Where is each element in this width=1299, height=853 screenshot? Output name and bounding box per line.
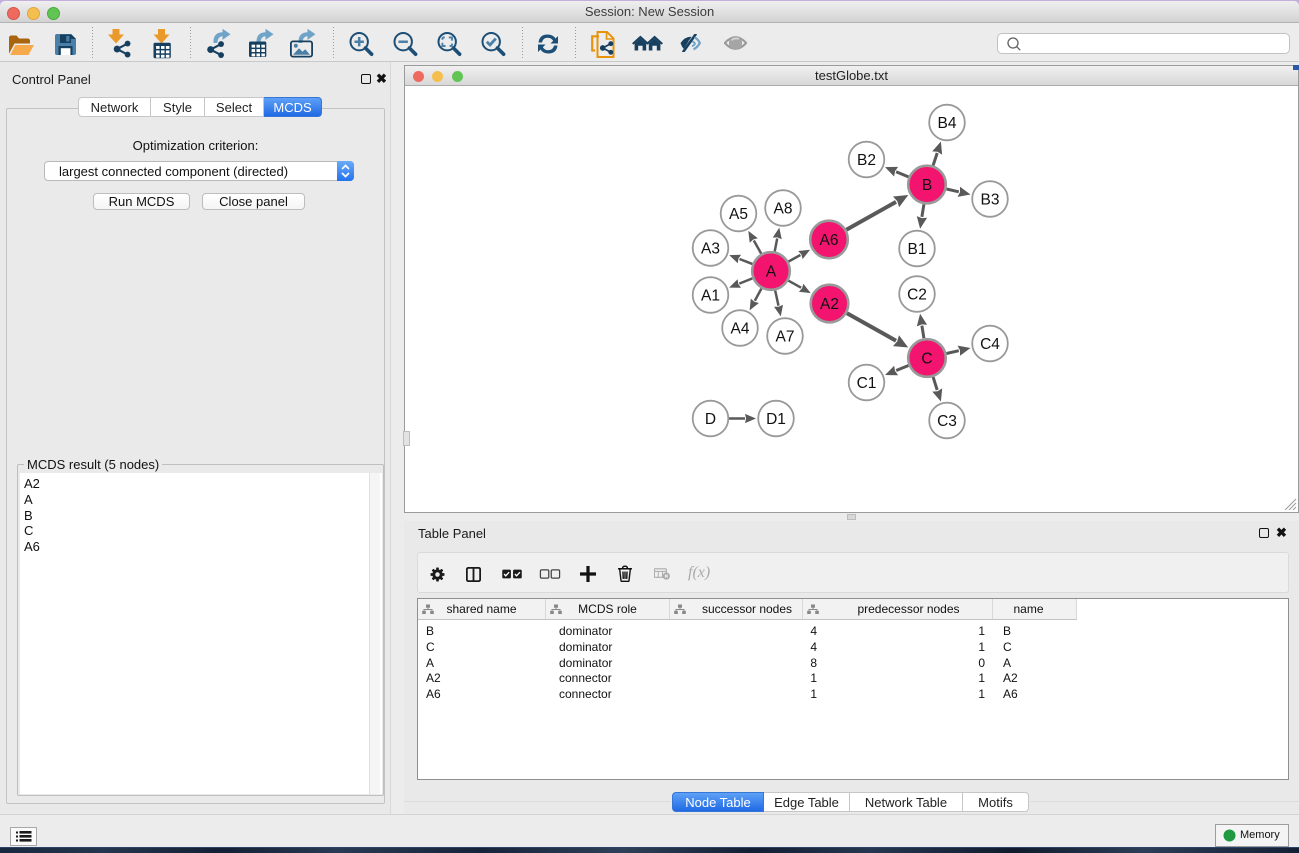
svg-text:B: B	[922, 177, 932, 194]
svg-text:C4: C4	[980, 336, 1000, 353]
svg-text:A7: A7	[776, 329, 795, 346]
svg-text:B2: B2	[857, 152, 876, 169]
svg-text:C3: C3	[937, 413, 957, 430]
svg-text:B4: B4	[938, 115, 957, 132]
svg-text:A4: A4	[731, 321, 750, 338]
svg-text:A: A	[766, 264, 777, 281]
svg-text:D1: D1	[766, 411, 786, 428]
svg-text:A1: A1	[701, 288, 720, 305]
svg-text:A2: A2	[820, 296, 839, 313]
svg-text:B1: B1	[908, 241, 927, 258]
svg-text:D: D	[705, 411, 716, 428]
svg-text:A6: A6	[820, 232, 839, 249]
svg-text:A5: A5	[729, 206, 748, 223]
svg-text:C1: C1	[857, 375, 877, 392]
svg-text:A3: A3	[701, 241, 720, 258]
svg-text:C2: C2	[907, 287, 927, 304]
svg-text:C: C	[921, 351, 932, 368]
svg-text:B3: B3	[981, 192, 1000, 209]
svg-text:A8: A8	[774, 201, 793, 218]
